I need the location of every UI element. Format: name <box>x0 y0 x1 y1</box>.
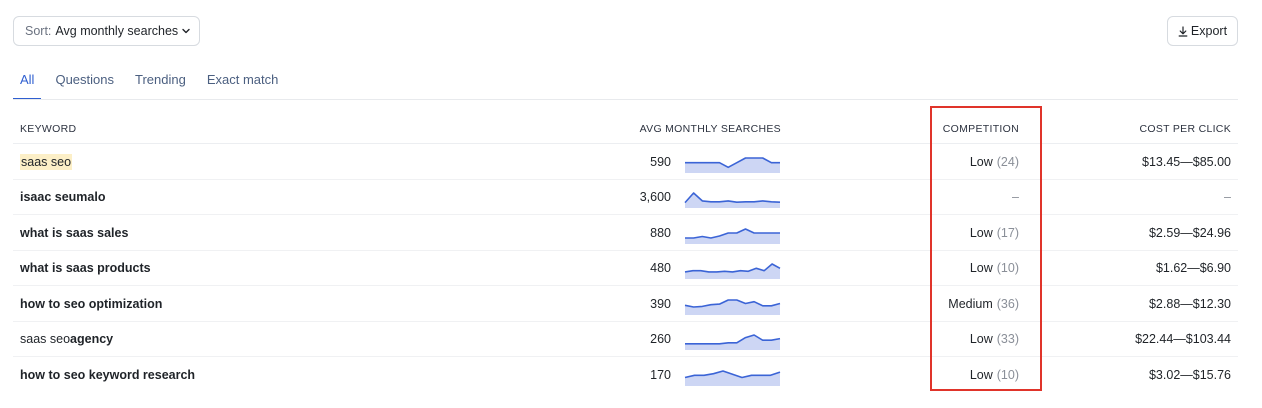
trend-sparkline <box>684 357 781 392</box>
competition-cell: Low (24) <box>970 144 1019 179</box>
chevron-down-icon <box>182 28 190 34</box>
table-row[interactable]: saas seo 590 Low (24) $13.45—$85.00 <box>13 144 1238 180</box>
table-header: KEYWORD AVG MONTHLY SEARCHES COMPETITION… <box>13 100 1238 144</box>
cost-per-click-cell: $22.44—$103.44 <box>1135 332 1231 346</box>
competition-score: (17) <box>996 225 1019 240</box>
tab-exact-match[interactable]: Exact match <box>207 62 279 100</box>
sparkline-chart <box>684 369 781 386</box>
table-row[interactable]: saas seo agency 260 Low (33) $22.44—$103.44 <box>13 322 1238 357</box>
competition-score: (36) <box>996 296 1019 311</box>
search-volume: 170 <box>650 367 671 382</box>
export-label: Export <box>1190 24 1228 38</box>
search-volume: 260 <box>650 332 671 346</box>
keyword-cell: how to seo keyword research <box>20 357 195 392</box>
filter-tabs: All Questions Trending Exact match <box>13 62 299 100</box>
competition-cell: – <box>1012 180 1019 215</box>
export-button[interactable]: Export <box>1167 16 1238 46</box>
sparkline-chart <box>685 334 781 350</box>
table-row[interactable]: what is saas sales 880 Low (17) $2.59—$24.96 <box>13 215 1238 251</box>
keyword-text[interactable]: isaac seumalo <box>20 190 105 204</box>
competition-cell: Low (10) <box>970 357 1019 392</box>
keyword-text[interactable]: what is saas sales <box>20 226 128 240</box>
keyword-table: KEYWORD AVG MONTHLY SEARCHES COMPETITION… <box>13 100 1238 393</box>
search-volume: 880 <box>650 225 671 240</box>
keyword-cell: saas seo agency <box>20 322 113 357</box>
cost-per-click-cell: $1.62—$6.90 <box>1155 261 1231 275</box>
trend-sparkline <box>684 286 781 321</box>
competition-score: (10) <box>996 367 1019 382</box>
keyword-cell: saas seo <box>20 144 73 179</box>
keyword-cell: how to seo optimization <box>20 286 162 321</box>
sort-prefix-label: Sort: <box>25 24 52 38</box>
keyword-text[interactable]: what is saas products <box>20 261 151 275</box>
sparkline-chart <box>684 192 781 208</box>
trend-sparkline <box>684 144 781 179</box>
competition-empty: – <box>1012 190 1019 204</box>
header-avg-monthly-searches[interactable]: AVG MONTHLY SEARCHES <box>640 123 781 135</box>
tab-trending[interactable]: Trending <box>135 62 186 100</box>
competition-score: (33) <box>996 332 1019 346</box>
download-icon <box>1178 25 1188 37</box>
search-volume: 3,600 <box>639 190 671 204</box>
trend-sparkline <box>684 322 781 357</box>
keyword-text[interactable]: how to seo keyword research <box>20 368 195 382</box>
header-cost-per-click[interactable]: COST PER CLICK <box>1139 123 1231 135</box>
sparkline-chart <box>685 156 780 173</box>
competition-score: (24) <box>996 154 1019 169</box>
competition-cell: Low (10) <box>970 251 1019 286</box>
competition-score: (10) <box>996 261 1019 275</box>
table-row[interactable]: how to seo keyword research 170 Low (10) $3.… <box>13 357 1238 393</box>
trend-sparkline <box>684 251 781 286</box>
competition-level: Low <box>969 261 993 275</box>
keyword-text[interactable]: agency <box>70 332 113 346</box>
cpc-empty: – <box>1224 190 1231 204</box>
keyword-text[interactable]: how to seo optimization <box>20 297 162 311</box>
keyword-text[interactable]: saas seo <box>20 332 70 346</box>
tab-all[interactable]: All <box>13 62 42 100</box>
header-keyword[interactable]: KEYWORD <box>20 123 76 135</box>
cost-per-click-cell: $2.88—$12.30 <box>1148 296 1231 311</box>
competition-cell: Medium (36) <box>948 286 1019 321</box>
sparkline-chart <box>684 298 781 315</box>
cost-per-click-cell: $2.59—$24.96 <box>1148 225 1231 240</box>
sort-value-label: Avg monthly searches <box>55 24 179 38</box>
keyword-text[interactable]: saas seo <box>20 153 73 170</box>
cost-per-click-cell: $3.02—$15.76 <box>1148 367 1231 382</box>
table-body: saas seo 590 Low (24) $13.45—$85.00 isaac seu… <box>13 144 1238 393</box>
competition-level: Low <box>969 332 993 346</box>
competition-level: Low <box>969 367 993 382</box>
competition-level: Low <box>969 225 993 240</box>
trend-sparkline <box>684 180 781 215</box>
search-volume: 590 <box>650 154 671 169</box>
competition-level: Medium <box>948 296 993 311</box>
sparkline-chart <box>684 263 781 279</box>
cost-per-click-cell: $13.45—$85.00 <box>1142 154 1231 169</box>
table-row[interactable]: isaac seumalo 3,600 – – <box>13 180 1238 215</box>
competition-cell: Low (33) <box>970 322 1019 357</box>
header-competition[interactable]: COMPETITION <box>943 123 1019 135</box>
keyword-cell: isaac seumalo <box>20 180 105 215</box>
table-row[interactable]: what is saas products 480 Low (10) $1.62—$6.… <box>13 251 1238 286</box>
search-volume: 480 <box>650 261 671 275</box>
competition-level: Low <box>969 154 993 169</box>
competition-cell: Low (17) <box>970 215 1019 250</box>
cost-per-click-cell: – <box>1224 180 1231 215</box>
tab-questions[interactable]: Questions <box>55 62 114 100</box>
sparkline-chart <box>685 227 780 244</box>
keyword-cell: what is saas sales <box>20 215 128 250</box>
sort-dropdown[interactable]: Sort: Avg monthly searches <box>13 16 200 46</box>
table-row[interactable]: how to seo optimization 390 Medium (36) $2.8… <box>13 286 1238 322</box>
trend-sparkline <box>684 215 781 250</box>
sparkline-area <box>685 299 780 315</box>
search-volume: 390 <box>650 296 671 311</box>
keyword-cell: what is saas products <box>20 251 151 286</box>
sparkline-area <box>685 370 780 386</box>
